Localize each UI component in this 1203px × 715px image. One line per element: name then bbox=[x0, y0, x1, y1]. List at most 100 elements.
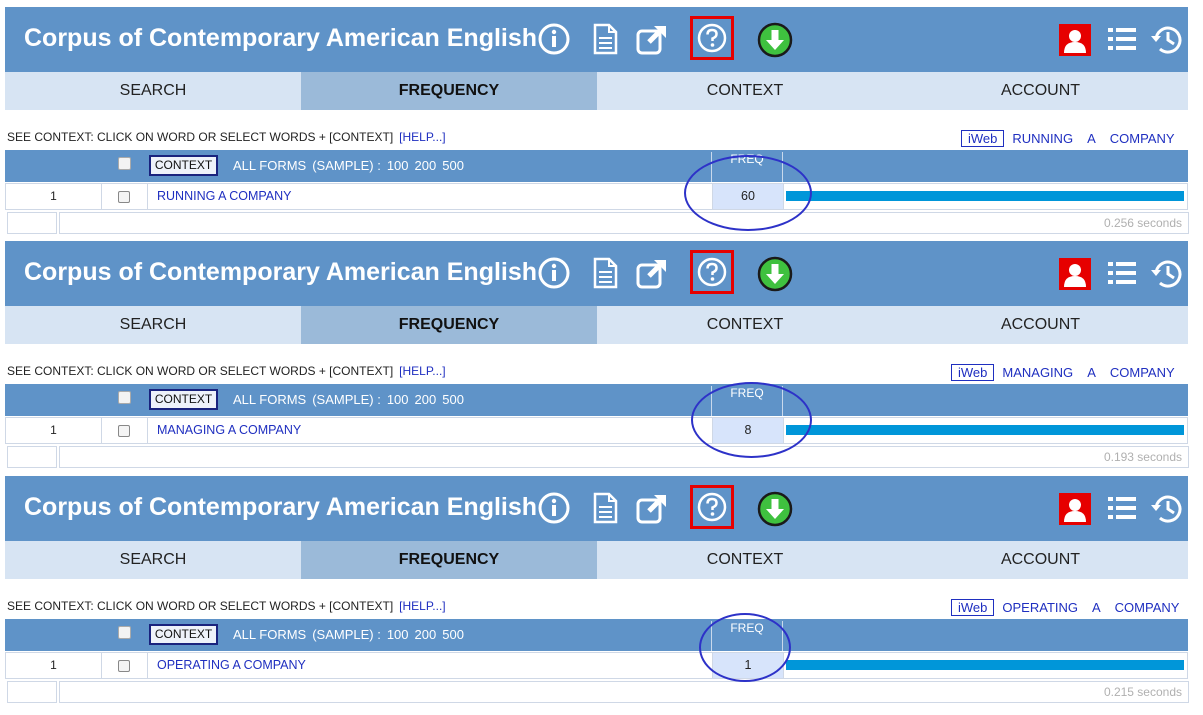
app-title[interactable]: Corpus of Contemporary American English bbox=[24, 24, 537, 53]
results-footer: 0.193 seconds bbox=[7, 446, 1189, 468]
iweb-word-link[interactable]: RUNNING bbox=[1012, 131, 1073, 146]
help-link[interactable]: [HELP...] bbox=[399, 130, 445, 144]
instructions-text: SEE CONTEXT: CLICK ON WORD OR SELECT WOR… bbox=[7, 364, 394, 378]
sample-options: ALL FORMS (SAMPLE) : 100 200 500 bbox=[233, 392, 470, 407]
sample-size-link[interactable]: 200 bbox=[415, 627, 437, 642]
tab-search[interactable]: SEARCH bbox=[5, 541, 301, 579]
info-icon[interactable] bbox=[537, 256, 571, 290]
row-number: 1 bbox=[6, 418, 102, 443]
result-word-link[interactable]: RUNNING A COMPANY bbox=[157, 184, 292, 209]
context-button[interactable]: CONTEXT bbox=[149, 155, 218, 176]
user-icon[interactable] bbox=[1059, 258, 1091, 290]
row-checkbox[interactable] bbox=[118, 660, 130, 672]
context-instructions: SEE CONTEXT: CLICK ON WORD OR SELECT WOR… bbox=[7, 130, 446, 144]
info-icon[interactable] bbox=[537, 491, 571, 525]
nav-tabs: SEARCH FREQUENCY CONTEXT ACCOUNT bbox=[5, 72, 1188, 110]
iweb-links: iWeb OPERATING A COMPANY bbox=[951, 599, 1179, 616]
tab-frequency[interactable]: FREQUENCY bbox=[301, 306, 597, 344]
iweb-word-link[interactable]: COMPANY bbox=[1110, 365, 1175, 380]
download-icon[interactable] bbox=[757, 22, 793, 58]
search-result-panel: Corpus of Contemporary American English … bbox=[0, 476, 1200, 711]
row-number: 1 bbox=[6, 184, 102, 209]
help-link[interactable]: [HELP...] bbox=[399, 364, 445, 378]
sample-size-link[interactable]: 500 bbox=[442, 158, 464, 173]
help-icon[interactable] bbox=[690, 485, 734, 529]
share-icon[interactable] bbox=[635, 491, 669, 525]
iweb-button[interactable]: iWeb bbox=[961, 130, 1005, 147]
tab-context[interactable]: CONTEXT bbox=[597, 72, 893, 110]
tab-context[interactable]: CONTEXT bbox=[597, 306, 893, 344]
info-icon[interactable] bbox=[537, 22, 571, 56]
iweb-button[interactable]: iWeb bbox=[951, 364, 995, 381]
user-icon[interactable] bbox=[1059, 493, 1091, 525]
select-all-checkbox[interactable] bbox=[118, 391, 131, 404]
sample-size-link[interactable]: 200 bbox=[415, 392, 437, 407]
nav-tabs: SEARCH FREQUENCY CONTEXT ACCOUNT bbox=[5, 306, 1188, 344]
list-icon[interactable] bbox=[1105, 22, 1139, 56]
tab-account[interactable]: ACCOUNT bbox=[893, 306, 1188, 344]
document-icon[interactable] bbox=[588, 22, 622, 56]
row-checkbox-cell bbox=[101, 418, 148, 443]
footer-box: 0.193 seconds bbox=[59, 446, 1189, 468]
help-link[interactable]: [HELP...] bbox=[399, 599, 445, 613]
freq-annotation-circle bbox=[699, 613, 791, 682]
document-icon[interactable] bbox=[588, 491, 622, 525]
row-checkbox-cell bbox=[101, 653, 148, 678]
row-checkbox[interactable] bbox=[118, 191, 130, 203]
results-footer: 0.256 seconds bbox=[7, 212, 1189, 234]
sample-size-link[interactable]: 200 bbox=[415, 158, 437, 173]
help-icon[interactable] bbox=[690, 250, 734, 294]
sample-label: (SAMPLE) : bbox=[312, 627, 381, 642]
download-icon[interactable] bbox=[757, 256, 793, 292]
sample-size-link[interactable]: 100 bbox=[387, 158, 409, 173]
app-title[interactable]: Corpus of Contemporary American English bbox=[24, 258, 537, 287]
context-button[interactable]: CONTEXT bbox=[149, 624, 218, 645]
sample-size-link[interactable]: 100 bbox=[387, 392, 409, 407]
context-button[interactable]: CONTEXT bbox=[149, 389, 218, 410]
tab-account[interactable]: ACCOUNT bbox=[893, 541, 1188, 579]
row-checkbox[interactable] bbox=[118, 425, 130, 437]
row-checkbox-cell bbox=[101, 184, 148, 209]
iweb-word-link[interactable]: COMPANY bbox=[1110, 131, 1175, 146]
select-all-checkbox[interactable] bbox=[118, 157, 131, 170]
footer-box bbox=[7, 681, 57, 703]
sample-size-link[interactable]: 100 bbox=[387, 627, 409, 642]
iweb-word-link[interactable]: MANAGING bbox=[1002, 365, 1073, 380]
share-icon[interactable] bbox=[635, 22, 669, 56]
iweb-word-link[interactable]: OPERATING bbox=[1002, 600, 1078, 615]
tab-search[interactable]: SEARCH bbox=[5, 72, 301, 110]
result-word-link[interactable]: OPERATING A COMPANY bbox=[157, 653, 306, 678]
footer-box: 0.256 seconds bbox=[59, 212, 1189, 234]
footer-box bbox=[7, 212, 57, 234]
sample-size-link[interactable]: 500 bbox=[442, 392, 464, 407]
list-icon[interactable] bbox=[1105, 256, 1139, 290]
user-icon[interactable] bbox=[1059, 24, 1091, 56]
sample-size-link[interactable]: 500 bbox=[442, 627, 464, 642]
download-icon[interactable] bbox=[757, 491, 793, 527]
results-table-header: CONTEXT ALL FORMS (SAMPLE) :100 200 500 FRE… bbox=[5, 150, 1188, 182]
select-all-checkbox[interactable] bbox=[118, 626, 131, 639]
tab-context[interactable]: CONTEXT bbox=[597, 541, 893, 579]
tab-search[interactable]: SEARCH bbox=[5, 306, 301, 344]
result-word-link[interactable]: MANAGING A COMPANY bbox=[157, 418, 301, 443]
tab-frequency[interactable]: FREQUENCY bbox=[301, 72, 597, 110]
iweb-word-link[interactable]: A bbox=[1092, 600, 1101, 615]
all-forms-label: ALL FORMS bbox=[233, 627, 307, 642]
tab-frequency[interactable]: FREQUENCY bbox=[301, 541, 597, 579]
iweb-button[interactable]: iWeb bbox=[951, 599, 995, 616]
history-icon[interactable] bbox=[1150, 256, 1184, 290]
all-forms-label: ALL FORMS bbox=[233, 158, 307, 173]
history-icon[interactable] bbox=[1150, 22, 1184, 56]
history-icon[interactable] bbox=[1150, 491, 1184, 525]
iweb-word-link[interactable]: A bbox=[1087, 365, 1096, 380]
help-icon[interactable] bbox=[690, 16, 734, 60]
query-time: 0.193 seconds bbox=[1103, 450, 1182, 464]
tab-account[interactable]: ACCOUNT bbox=[893, 72, 1188, 110]
iweb-word-link[interactable]: A bbox=[1087, 131, 1096, 146]
app-title[interactable]: Corpus of Contemporary American English bbox=[24, 493, 537, 522]
document-icon[interactable] bbox=[588, 256, 622, 290]
list-icon[interactable] bbox=[1105, 491, 1139, 525]
iweb-word-link[interactable]: COMPANY bbox=[1115, 600, 1180, 615]
share-icon[interactable] bbox=[635, 256, 669, 290]
table-row: 1 MANAGING A COMPANY 8 bbox=[5, 417, 1188, 444]
